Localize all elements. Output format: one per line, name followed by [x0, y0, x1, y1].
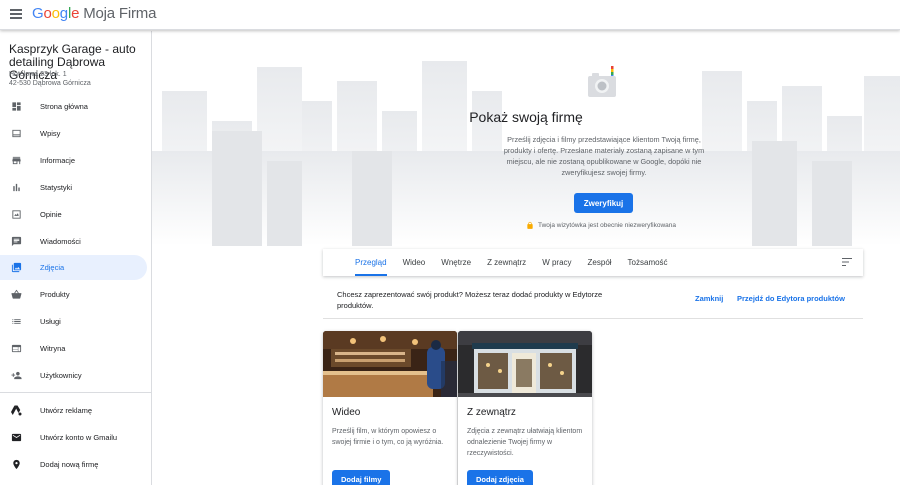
add-photos-button[interactable]: Dodaj zdjęcia — [467, 470, 533, 485]
sidebar-item-add-business[interactable]: Dodaj nową firmę — [0, 452, 147, 477]
tab-at-work[interactable]: W pracy — [534, 249, 579, 276]
sidebar-item-label: Użytkownicy — [40, 371, 82, 380]
hero-description: Prześlij zdjęcia i filmy przedstawiające… — [503, 135, 705, 177]
tab-overview[interactable]: Przegląd — [347, 249, 395, 276]
tab-team[interactable]: Zespół — [580, 249, 620, 276]
sidebar-item-label: Utwórz konto w Gmailu — [40, 433, 118, 442]
tab-exterior[interactable]: Z zewnątrz — [479, 249, 534, 276]
sidebar-item-label: Wpisy — [40, 129, 61, 138]
google-my-business-logo[interactable]: Google Moja Firma — [32, 5, 156, 22]
logo-letter: G — [32, 5, 44, 22]
sidebar-item-users[interactable]: Użytkownicy — [0, 363, 147, 388]
logo-letter: o — [43, 5, 52, 22]
sidebar-item-services[interactable]: Usługi — [0, 309, 147, 334]
address-line1: Hotelowa 23 lok. 1 — [9, 71, 67, 78]
sidebar-item-stats[interactable]: Statystyki — [0, 175, 147, 200]
business-address: Hotelowa 23 lok. 1 42-530 Dąbrowa Górnic… — [9, 70, 91, 88]
exterior-card: Z zewnątrz Zdjęcia z zewnątrz ułatwiają … — [458, 331, 592, 485]
sidebar-item-website[interactable]: Witryna — [0, 336, 147, 361]
card-title: Wideo — [332, 407, 361, 418]
product-editor-banner: Chcesz zaprezentować swój produkt? Możes… — [323, 287, 863, 319]
logo-letter: o — [51, 5, 60, 22]
google-ads-icon — [10, 405, 22, 417]
hero-title: Pokaż swoją firmę — [469, 109, 583, 125]
photo-library-icon — [10, 262, 22, 274]
sidebar-item-photos[interactable]: Zdjęcia — [0, 255, 147, 280]
address-line2: 42-530 Dąbrowa Górnicza — [9, 80, 91, 87]
photo-tabs: Przegląd Wideo Wnętrze Z zewnątrz W prac… — [323, 249, 863, 276]
logo-letter: e — [71, 5, 80, 22]
sidebar-item-label: Dodaj nową firmę — [40, 460, 99, 469]
sidebar-item-label: Opinie — [40, 210, 62, 219]
sidebar-item-messages[interactable]: Wiadomości — [0, 229, 147, 254]
add-person-icon — [10, 370, 22, 382]
sidebar-item-label: Usługi — [40, 317, 61, 326]
unverified-note: Twoja wizytówka jest obecnie niezweryfik… — [526, 221, 676, 230]
video-card: Wideo Prześlij film, w którym opowiesz o… — [323, 331, 457, 485]
bar-chart-icon — [10, 182, 22, 194]
main-menu-icon[interactable] — [10, 9, 22, 19]
lock-icon — [527, 221, 533, 229]
sort-icon[interactable] — [841, 257, 853, 267]
card-title: Z zewnątrz — [467, 407, 516, 418]
tab-identity[interactable]: Tożsamość — [620, 249, 676, 276]
top-app-bar: Google Moja Firma — [0, 0, 900, 30]
sidebar-divider — [0, 392, 151, 393]
unverified-text: Twoja wizytówka jest obecnie niezweryfik… — [538, 222, 677, 229]
message-icon — [10, 236, 22, 248]
reviews-icon — [10, 209, 22, 221]
banner-text: Chcesz zaprezentować swój produkt? Możes… — [337, 290, 603, 310]
tab-video[interactable]: Wideo — [395, 249, 434, 276]
add-videos-button[interactable]: Dodaj filmy — [332, 470, 391, 485]
cafe-interior-photo — [323, 331, 457, 397]
camera-icon — [588, 66, 616, 97]
tab-interior[interactable]: Wnętrze — [433, 249, 479, 276]
sidebar-item-create-ad[interactable]: Utwórz reklamę — [0, 398, 147, 423]
sidebar-item-label: Witryna — [40, 344, 66, 353]
sidebar-item-label: Wiadomości — [40, 237, 81, 246]
dashboard-icon — [10, 101, 22, 113]
sidebar-item-reviews[interactable]: Opinie — [0, 202, 147, 227]
go-to-product-editor-link[interactable]: Przejdź do Edytora produktów — [737, 294, 845, 303]
logo-letter: g — [59, 5, 68, 22]
sidebar-item-label: Informacje — [40, 156, 76, 165]
storefront-icon — [10, 155, 22, 167]
sidebar-item-label: Utwórz reklamę — [40, 406, 93, 415]
list-icon — [10, 316, 22, 328]
sidebar-item-products[interactable]: Produkty — [0, 282, 147, 307]
sidebar-item-create-gmail[interactable]: Utwórz konto w Gmailu — [0, 425, 147, 450]
sidebar-item-posts[interactable]: Wpisy — [0, 121, 147, 146]
gmail-icon — [10, 432, 22, 444]
location-pin-icon — [10, 459, 22, 471]
sidebar: Kasprzyk Garage - auto detailing Dąbrowa… — [0, 31, 152, 485]
sidebar-item-label: Statystyki — [40, 183, 73, 192]
verify-button[interactable]: Zweryfikuj — [574, 193, 633, 213]
dismiss-button[interactable]: Zamknij — [695, 294, 723, 303]
main-content: Pokaż swoją firmę Prześlij zdjęcia i fil… — [152, 31, 900, 485]
basket-icon — [10, 289, 22, 301]
storefront-photo — [458, 331, 592, 397]
sidebar-item-home[interactable]: Strona główna — [0, 94, 147, 119]
sidebar-item-label: Zdjęcia — [40, 263, 65, 272]
product-name: Moja Firma — [83, 5, 157, 22]
card-description: Prześlij film, w którym opowiesz o swoje… — [332, 428, 444, 446]
sidebar-item-info[interactable]: Informacje — [0, 148, 147, 173]
website-icon — [10, 343, 22, 355]
sidebar-item-label: Strona główna — [40, 102, 88, 111]
posts-icon — [10, 128, 22, 140]
sidebar-item-label: Produkty — [40, 290, 70, 299]
card-description: Zdjęcia z zewnątrz ułatwiają klientom od… — [467, 428, 583, 457]
